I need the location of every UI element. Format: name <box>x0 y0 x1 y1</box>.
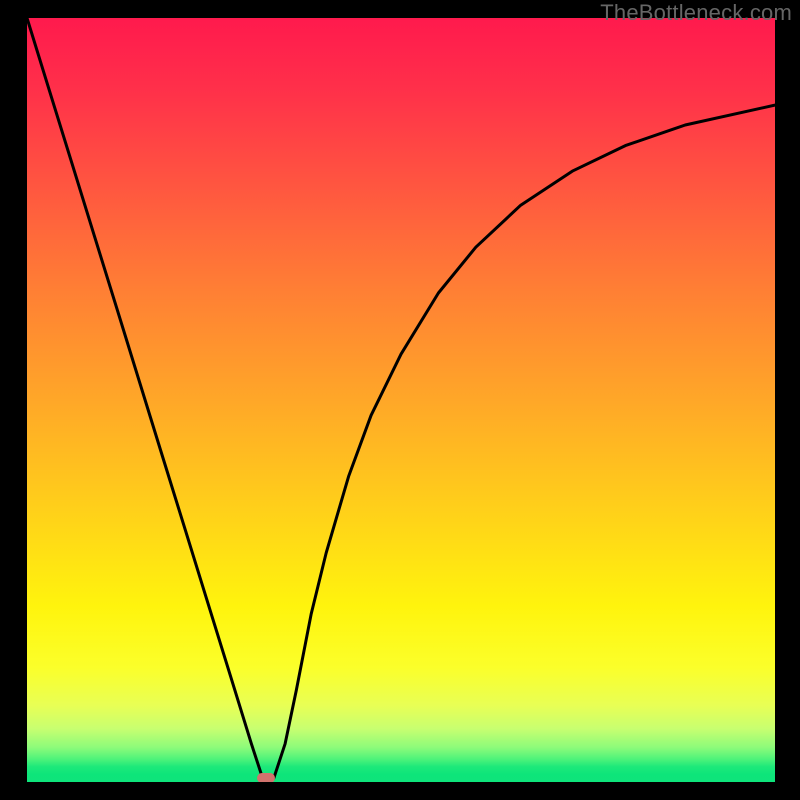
minimum-marker <box>257 773 275 782</box>
chart-frame: TheBottleneck.com <box>0 0 800 800</box>
watermark-text: TheBottleneck.com <box>600 0 792 26</box>
plot-area <box>27 18 775 782</box>
bottleneck-curve <box>27 18 775 782</box>
